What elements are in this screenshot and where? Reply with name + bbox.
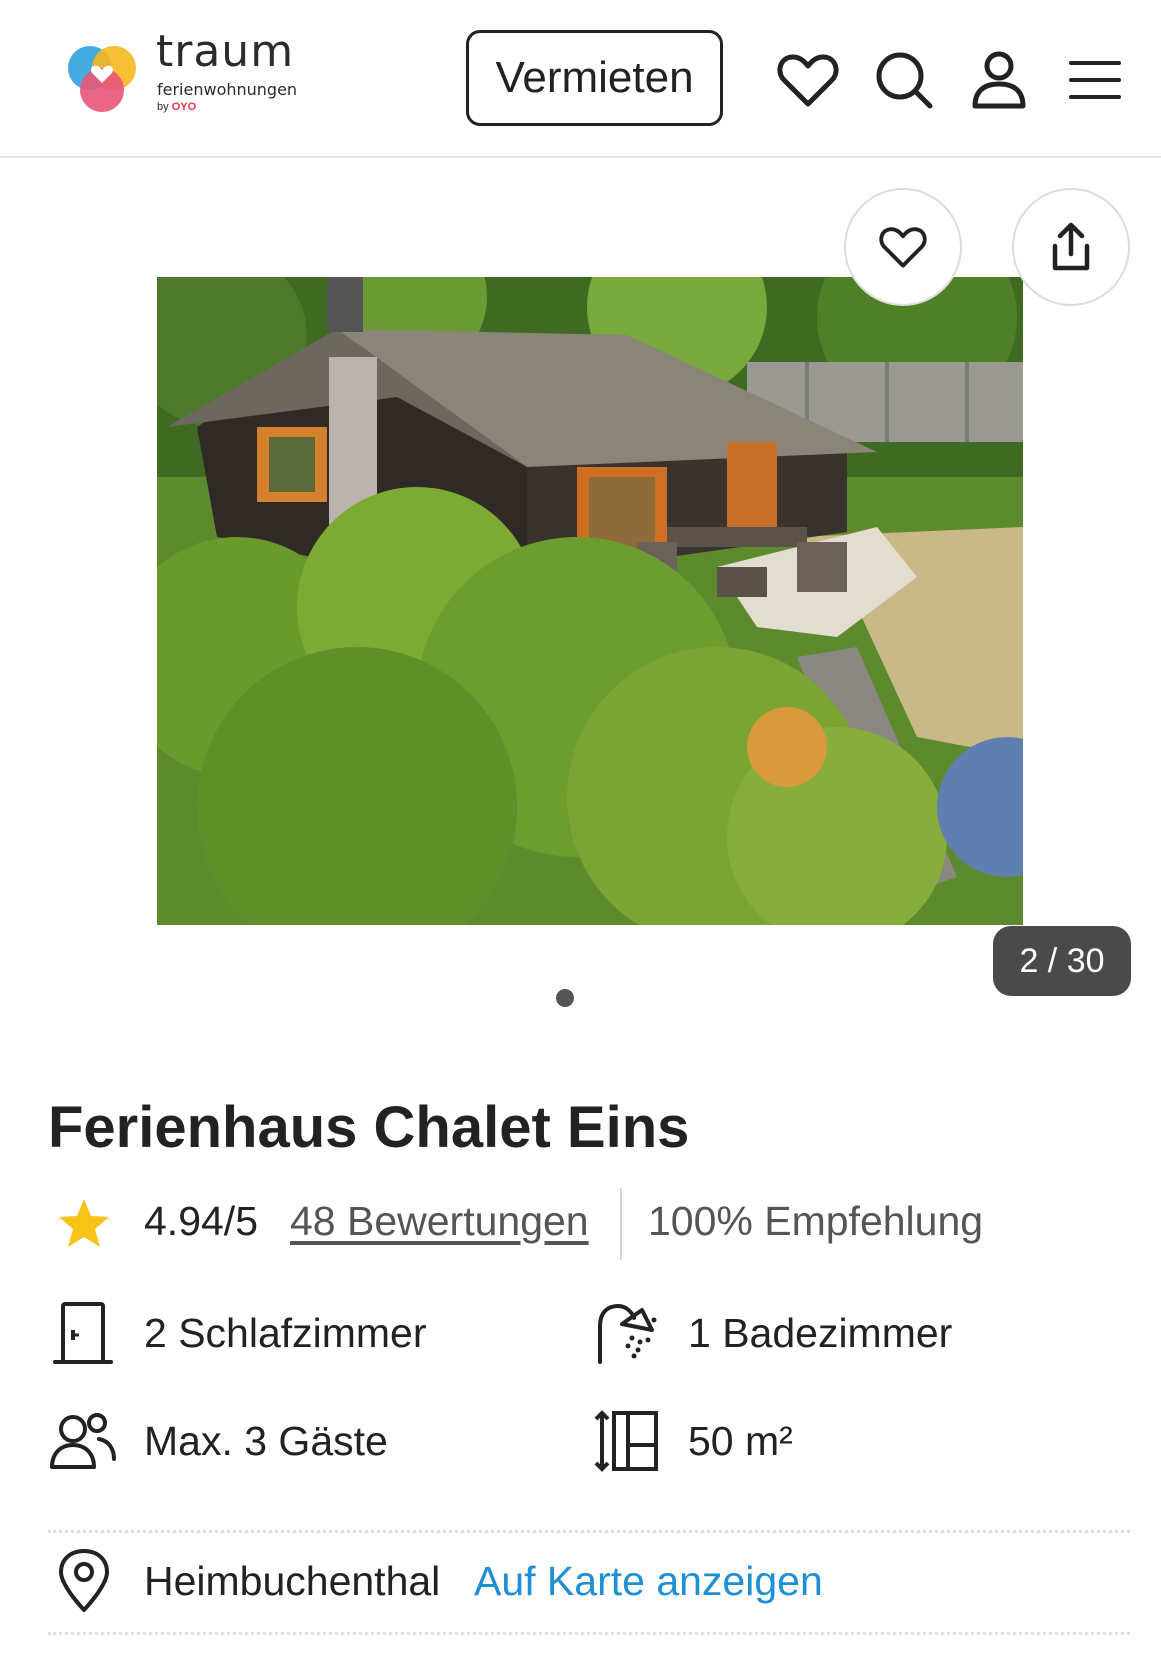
location-name: Heimbuchenthal [144,1558,441,1604]
logo-mark-icon [68,46,136,112]
search-icon[interactable] [872,48,936,112]
logo-by: by OYO [157,101,197,113]
photo-counter: 2 / 30 [993,926,1131,996]
listing-photo[interactable] [157,277,1023,925]
menu-icon[interactable] [1063,48,1127,112]
feature-bedrooms: 2 Schlafzimmer [48,1298,548,1368]
carousel-dot[interactable] [556,989,574,1007]
show-on-map-link[interactable]: Auf Karte anzeigen [474,1558,823,1605]
bathrooms-label: 1 Badezimmer [688,1310,953,1356]
feature-bathrooms: 1 Badezimmer [592,1298,1092,1368]
share-icon [1052,222,1090,271]
user-icon[interactable] [967,48,1031,112]
recommendation-rate: 100% Empfehlung [648,1198,984,1244]
rating-value: 4.94/5 [144,1198,258,1244]
divider-bottom [48,1632,1130,1635]
door-icon [48,1298,118,1368]
star-icon [59,1199,109,1247]
divider [620,1188,622,1260]
listing-title: Ferienhaus Chalet Eins [48,1095,690,1160]
heart-icon [879,227,927,268]
location-pin-icon [54,1546,114,1616]
logo-wordmark: traum [156,26,295,77]
shower-icon [592,1298,662,1368]
reviews-link[interactable]: 48 Bewertungen [290,1198,589,1245]
location-row: Heimbuchenthal Auf Karte anzeigen [48,1546,1128,1616]
share-button[interactable] [1012,188,1130,306]
guests-label: Max. 3 Gäste [144,1418,388,1464]
bedrooms-label: 2 Schlafzimmer [144,1310,427,1356]
guests-icon [48,1406,118,1476]
top-header: traum ferienwohnungen by OYO Vermieten [0,0,1161,158]
logo-subtitle: ferienwohnungen [157,80,298,99]
heart-icon[interactable] [776,48,840,112]
logo[interactable]: traum ferienwohnungen by OYO [64,30,304,120]
chalet-photo-illustration [157,277,1023,925]
divider-top [48,1530,1130,1533]
feature-guests: Max. 3 Gäste [48,1406,548,1476]
floor-plan-icon [592,1406,662,1476]
rating-row: 4.94/5 48 Bewertungen 100% Empfehlung [48,1186,1128,1260]
rent-out-button[interactable]: Vermieten [466,30,723,126]
favorite-button[interactable] [844,188,962,306]
area-label: 50 m² [688,1418,793,1464]
feature-area: 50 m² [592,1406,1092,1476]
